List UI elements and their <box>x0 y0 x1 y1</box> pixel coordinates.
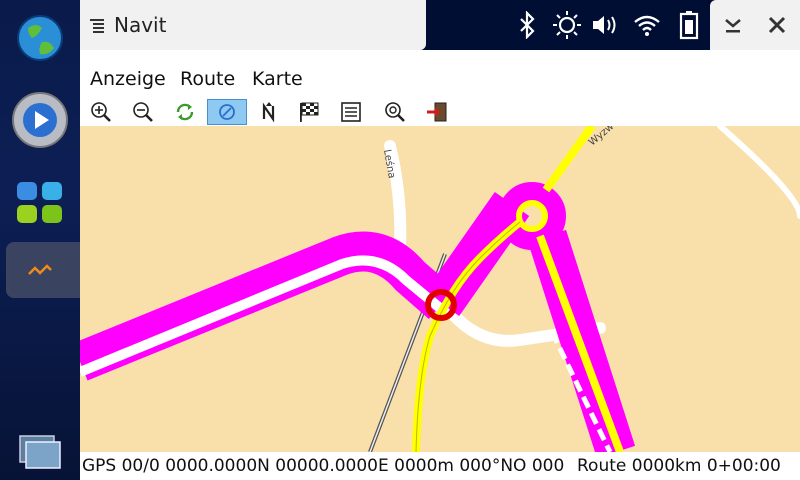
list-icon[interactable] <box>338 100 364 124</box>
menu-anzeige[interactable]: Anzeige <box>90 68 166 90</box>
toolbar <box>80 98 800 126</box>
refresh-icon[interactable] <box>172 100 198 124</box>
menu-bar: Anzeige Route Karte <box>80 50 800 100</box>
app-title: Navit <box>114 13 167 37</box>
media-player-icon[interactable] <box>6 92 74 148</box>
applications-icon[interactable] <box>6 176 74 232</box>
zoom-in-icon[interactable] <box>88 100 114 124</box>
minimize-icon[interactable] <box>718 10 748 40</box>
app-menu-icon <box>90 19 104 33</box>
route-status-text: Route 0000km 0+00:00 <box>577 456 781 476</box>
zoom-out-icon[interactable] <box>130 100 156 124</box>
map-view[interactable]: Leśna Wyzw <box>80 126 800 452</box>
zoom-to-route-icon[interactable] <box>382 100 408 124</box>
volume-icon <box>588 8 622 42</box>
web-browser-icon[interactable] <box>6 10 74 66</box>
gps-status-text: GPS 00/0 0000.0000N 00000.0000E 0000m 00… <box>82 456 565 476</box>
battery-icon <box>672 8 706 42</box>
status-bar: GPS 00/0 0000.0000N 00000.0000E 0000m 00… <box>80 452 800 480</box>
window-controls <box>710 0 800 50</box>
north-orientation-icon[interactable] <box>256 100 282 124</box>
follow-position-icon[interactable] <box>207 99 247 125</box>
quit-icon[interactable] <box>424 100 450 124</box>
menu-karte[interactable]: Karte <box>252 68 303 90</box>
menu-route[interactable]: Route <box>180 68 235 90</box>
wifi-icon <box>630 8 664 42</box>
launcher-rail <box>0 0 80 480</box>
task-switcher-icon[interactable] <box>6 424 74 480</box>
brightness-icon <box>550 8 584 42</box>
destination-flag-icon[interactable] <box>296 100 322 124</box>
bluetooth-icon <box>510 8 544 42</box>
title-bar: Navit <box>80 0 800 50</box>
app-title-tab[interactable]: Navit <box>80 0 426 50</box>
navit-app-icon[interactable] <box>6 242 74 298</box>
close-icon[interactable] <box>762 10 792 40</box>
